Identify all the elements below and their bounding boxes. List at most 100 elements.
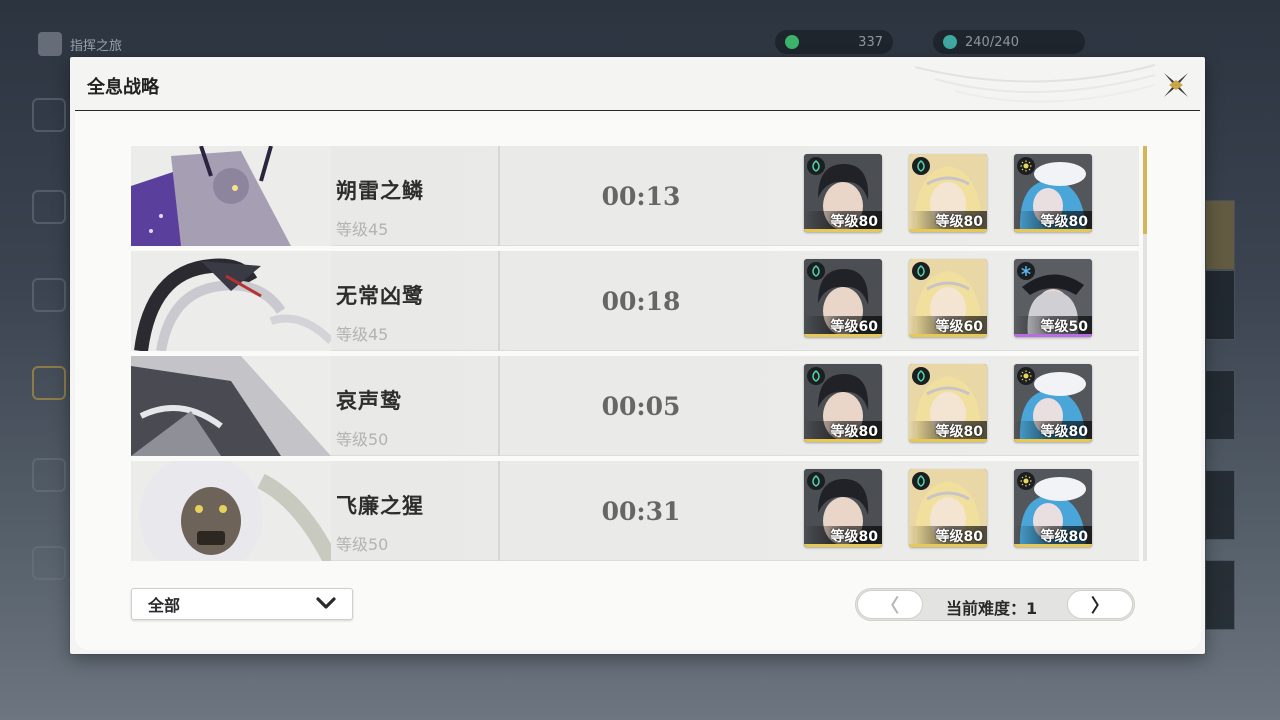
boss-row[interactable]: 无常凶鹭等级45 00:18 等级60 等级60 等级50 — [131, 251, 1139, 351]
team-lineup: 等级80 等级80 等级80 — [804, 364, 1092, 442]
close-icon — [1164, 73, 1188, 97]
rarity-bar — [804, 439, 882, 442]
rarity-bar — [1014, 334, 1092, 337]
rarity-bar — [909, 544, 987, 547]
aero-element-icon — [912, 472, 930, 490]
team-member-card[interactable]: 等级50 — [1014, 259, 1092, 337]
boss-name: 无常凶鹭 — [336, 284, 424, 308]
currency-counter: 337 — [775, 30, 893, 54]
difficulty-pager: 〈 当前难度：1 〉 — [855, 588, 1135, 621]
aero-element-icon — [807, 262, 825, 280]
glacio-element-icon — [1017, 262, 1035, 280]
aero-element-icon — [912, 367, 930, 385]
character-level: 等级80 — [909, 526, 987, 545]
side-card — [1205, 200, 1235, 270]
character-level: 等级80 — [1014, 421, 1092, 440]
rarity-bar — [1014, 229, 1092, 232]
stamina-value: 240/240 — [965, 34, 1020, 50]
team-member-card[interactable]: 等级80 — [804, 364, 882, 442]
boss-level: 等级45 — [336, 325, 389, 344]
boss-level: 等级50 — [336, 430, 389, 449]
currency-icon — [785, 35, 799, 49]
boss-portrait — [131, 356, 331, 456]
rarity-bar — [909, 229, 987, 232]
side-nav-icon — [32, 190, 66, 224]
team-member-card[interactable]: 等级60 — [909, 259, 987, 337]
side-nav-icon — [32, 458, 66, 492]
side-nav-icon — [32, 546, 66, 580]
stamina-icon — [943, 35, 957, 49]
boss-portrait — [131, 146, 331, 246]
side-card — [1205, 270, 1235, 340]
chevron-down-icon — [316, 597, 336, 609]
scrollbar[interactable] — [1143, 146, 1147, 561]
team-member-card[interactable]: 等级60 — [804, 259, 882, 337]
team-member-card[interactable]: 等级80 — [1014, 364, 1092, 442]
team-member-card[interactable]: 等级80 — [909, 154, 987, 232]
aero-element-icon — [807, 157, 825, 175]
rarity-bar — [804, 334, 882, 337]
boss-name: 飞廉之猩 — [336, 494, 424, 518]
boss-row[interactable]: 朔雷之鳞等级45 00:13 等级80 等级80 等级80 — [131, 146, 1139, 246]
rarity-bar — [804, 229, 882, 232]
boss-portrait — [131, 251, 331, 351]
next-difficulty-button[interactable]: 〉 — [1067, 590, 1133, 619]
rarity-bar — [1014, 439, 1092, 442]
home-icon — [38, 32, 62, 56]
character-level: 等级80 — [909, 211, 987, 230]
boss-row[interactable]: 哀声鸷 等级50 00:05 等级80 等级80 等级80 — [131, 356, 1139, 456]
spectro-element-icon — [1017, 157, 1035, 175]
stamina-counter: 240/240 — [933, 30, 1085, 54]
team-lineup: 等级60 等级60 等级50 — [804, 259, 1092, 337]
team-member-card[interactable]: 等级80 — [909, 364, 987, 442]
currency-value: 337 — [858, 34, 883, 50]
hud-home-label: 指挥之旅 — [70, 38, 123, 54]
side-card — [1205, 470, 1235, 540]
row-divider — [498, 146, 500, 246]
character-level: 等级50 — [1014, 316, 1092, 335]
team-member-card[interactable]: 等级80 — [909, 469, 987, 547]
header-ornament — [915, 64, 1155, 103]
character-level: 等级80 — [804, 211, 882, 230]
clear-time: 00:13 — [601, 182, 681, 211]
rarity-bar — [1014, 544, 1092, 547]
hud-home: 指挥之旅 — [38, 32, 122, 56]
holographic-strategy-dialog: 全息战略 朔雷之鳞 等级45 00:13 等级80 等级80 等级80 无常凶鹭 等级45 00… — [70, 57, 1205, 654]
character-level: 等级60 — [909, 316, 987, 335]
boss-row[interactable]: 飞廉之猩等级50 00:31 等级80 等级80 等级80 — [131, 461, 1139, 561]
close-button[interactable] — [1156, 65, 1196, 105]
dialog-content: 朔雷之鳞 等级45 00:13 等级80 等级80 等级80 无常凶鹭 等级45 00:18 等级… — [75, 111, 1201, 650]
side-card — [1205, 560, 1235, 630]
team-member-card[interactable]: 等级80 — [1014, 469, 1092, 547]
rarity-bar — [909, 334, 987, 337]
boss-name: 朔雷之鳞 — [336, 179, 424, 203]
clear-time: 00:18 — [601, 287, 681, 316]
character-level: 等级80 — [1014, 526, 1092, 545]
boss-level: 等级50 — [336, 535, 389, 554]
character-level: 等级80 — [909, 421, 987, 440]
aero-element-icon — [912, 157, 930, 175]
prev-difficulty-button[interactable]: 〈 — [857, 590, 923, 619]
character-level: 等级80 — [804, 526, 882, 545]
scroll-thumb[interactable] — [1143, 146, 1147, 234]
team-member-card[interactable]: 等级80 — [804, 469, 882, 547]
team-lineup: 等级80 等级80 等级80 — [804, 469, 1092, 547]
dialog-header: 全息战略 — [70, 57, 1205, 111]
filter-dropdown[interactable]: 全部 — [131, 588, 353, 620]
rarity-bar — [909, 439, 987, 442]
character-level: 等级60 — [804, 316, 882, 335]
aero-element-icon — [807, 367, 825, 385]
clear-time: 00:31 — [601, 497, 681, 526]
side-card — [1205, 370, 1235, 440]
boss-portrait — [131, 461, 331, 561]
character-level: 等级80 — [804, 421, 882, 440]
side-nav-icon — [32, 98, 66, 132]
character-level: 等级80 — [1014, 211, 1092, 230]
current-difficulty-label: 当前难度：1 — [946, 599, 1038, 618]
aero-element-icon — [807, 472, 825, 490]
team-member-card[interactable]: 等级80 — [1014, 154, 1092, 232]
boss-level: 等级45 — [336, 220, 389, 239]
boss-list: 朔雷之鳞 等级45 00:13 等级80 等级80 等级80 无常凶鹭 等级45 00:18 等级… — [131, 146, 1139, 561]
aero-element-icon — [912, 262, 930, 280]
team-member-card[interactable]: 等级80 — [804, 154, 882, 232]
